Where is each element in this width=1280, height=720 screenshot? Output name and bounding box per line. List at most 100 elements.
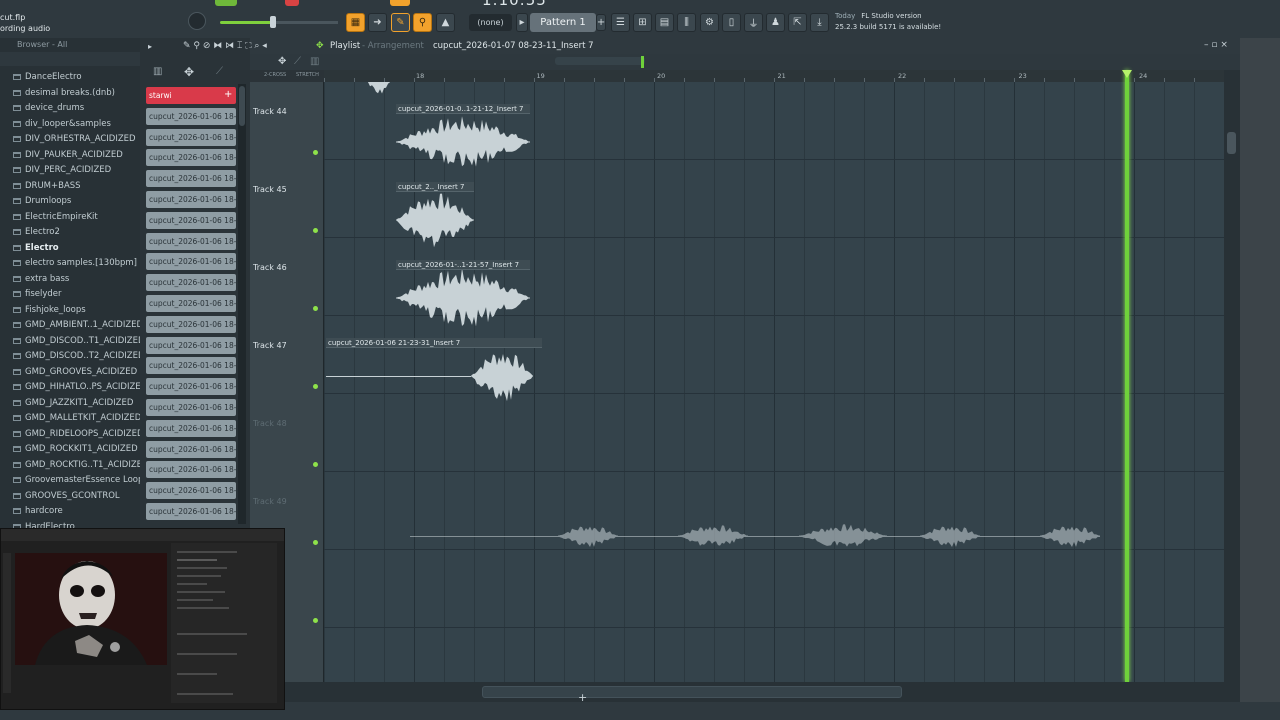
channel-button[interactable]: cupcut_2026-01-06 18-4..	[146, 336, 236, 354]
metronome-icon[interactable]: ▲	[436, 13, 455, 32]
browser-item[interactable]: GROOVES_GCONTROL	[0, 489, 140, 505]
view-icon[interactable]: ▥	[310, 56, 319, 67]
plug-icon[interactable]: ⏚	[744, 13, 763, 32]
channel-button[interactable]: cupcut_2026-01-06 18-4..	[146, 461, 236, 479]
channel-button[interactable]: cupcut_2026-01-06 18-3..	[146, 128, 236, 146]
track-header[interactable]: Track 48	[250, 394, 324, 472]
browser-toolbar[interactable]	[0, 52, 140, 66]
person-icon[interactable]: ♟	[766, 13, 785, 32]
browser-item[interactable]: DIV_PERC_ACIDIZED	[0, 163, 140, 179]
overview-scroll[interactable]	[555, 57, 645, 65]
channel-button[interactable]: cupcut_2026-01-06 18-3..	[146, 170, 236, 188]
channel-add-icon[interactable]: +	[224, 89, 232, 100]
track-mute-led-icon[interactable]	[313, 462, 318, 467]
cross-label[interactable]: 2-CROSS	[264, 72, 286, 78]
brush-icon[interactable]: ⟋	[216, 66, 223, 77]
track-mute-led-icon[interactable]	[313, 150, 318, 155]
arrow-icon[interactable]: ➜	[368, 13, 387, 32]
track-header[interactable]: Track 44	[250, 82, 324, 160]
clip-title[interactable]: cupcut_2026-01-..1-21-57_Insert 7	[396, 260, 530, 270]
slider-thumb[interactable]	[270, 16, 276, 28]
link-icon[interactable]: ⚲	[413, 13, 432, 32]
browser-item[interactable]: GMD_GROOVES_ACIDIZED	[0, 365, 140, 381]
channel-button[interactable]: cupcut_2026-01-06 18-3..	[146, 107, 236, 125]
browser-item[interactable]: GMD_RIDELOOPS_ACIDIZED	[0, 427, 140, 443]
browser-item[interactable]: Drumloops	[0, 194, 140, 210]
share-icon[interactable]: ⇱	[788, 13, 807, 32]
song-mode-button[interactable]: ▦	[346, 13, 365, 32]
channel-button-selected[interactable]: starwi	[146, 87, 236, 104]
track-mute-led-icon[interactable]	[313, 306, 318, 311]
browser-item[interactable]: div_looper&samples	[0, 117, 140, 133]
grid-icon[interactable]: ▥	[153, 66, 162, 77]
browser-item[interactable]: hardcore	[0, 504, 140, 520]
browser-item[interactable]: fiselyder	[0, 287, 140, 303]
audio-clip[interactable]: cupcut_2.._Insert 7	[396, 182, 474, 248]
clip-fragment[interactable]	[368, 82, 390, 104]
channel-button[interactable]: cupcut_2026-01-06 18-3..	[146, 191, 236, 208]
track-mute-led-icon[interactable]	[313, 384, 318, 389]
browser-item[interactable]: GMD_HIHATLO..PS_ACIDIZED	[0, 380, 140, 396]
browser-item[interactable]: Electro	[0, 241, 140, 257]
channel-button[interactable]: cupcut_2026-01-06 18-4..	[146, 232, 236, 250]
browser-item[interactable]: GMD_DISCOD..T1_ACIDIZED	[0, 334, 140, 350]
playhead[interactable]	[1125, 70, 1129, 682]
browser-item[interactable]: electro samples.[130bpm]	[0, 256, 140, 272]
channel-button[interactable]: cupcut_2026-01-06 18-4..	[146, 315, 236, 333]
channel-rack-icon[interactable]: ▤	[655, 13, 674, 32]
channel-button[interactable]: cupcut_2026-01-06 18-3..	[146, 149, 236, 167]
browser-item[interactable]: device_drums	[0, 101, 140, 117]
channel-button[interactable]: cupcut_2026-01-06 18-4..	[146, 399, 236, 416]
channel-button[interactable]: cupcut_2026-01-06 18-4..	[146, 357, 236, 375]
pen-icon[interactable]: ✎	[391, 13, 410, 32]
record-stub-icon[interactable]	[285, 0, 299, 6]
browser-item[interactable]: Fishjoke_loops	[0, 303, 140, 319]
channel-button[interactable]: cupcut_2026-01-06 18-5..	[146, 503, 236, 520]
master-volume-knob-icon[interactable]	[188, 12, 206, 30]
browser-item[interactable]: DIV_PAUKER_ACIDIZED	[0, 148, 140, 164]
channel-button[interactable]: cupcut_2026-01-06 18-4..	[146, 253, 236, 271]
pattern-select[interactable]: Pattern 1	[530, 13, 596, 32]
browser-item[interactable]: GMD_AMBIENT..1_ACIDIZED	[0, 318, 140, 334]
channel-scrollbar[interactable]	[238, 84, 246, 524]
muted-clip-row[interactable]	[410, 514, 1100, 554]
browser-item[interactable]: GMD_JAZZKIT1_ACIDIZED	[0, 396, 140, 412]
track-mute-led-icon[interactable]	[313, 540, 318, 545]
draw-icon[interactable]: ⟋	[294, 56, 301, 67]
browser-item[interactable]: desimal breaks.(dnb)	[0, 86, 140, 102]
playlist-menu-arrow-icon[interactable]: ▸	[148, 42, 152, 51]
clip-title[interactable]: cupcut_2026-01-0..1-21-12_Insert 7	[396, 104, 530, 114]
window-controls[interactable]: – ▫ ×	[1204, 40, 1228, 50]
browser-item[interactable]: GMD_ROCKTIG..T1_ACIDIZED	[0, 458, 140, 474]
playlist-vertical-scrollbar[interactable]	[1224, 70, 1240, 682]
browser-item[interactable]: GMD_MALLETKIT_ACIDIZED	[0, 411, 140, 427]
clip-title[interactable]: cupcut_2.._Insert 7	[396, 182, 474, 192]
browser-item[interactable]: extra bass	[0, 272, 140, 288]
arrangement-label[interactable]: - Arrangement	[362, 41, 424, 51]
plugin-icon[interactable]: ⚙	[700, 13, 719, 32]
news-panel[interactable]: Today FL Studio version 25.2.3 build 5171…	[831, 11, 942, 35]
browser-item[interactable]: GroovemasterEssence Loops	[0, 473, 140, 489]
track-mute-led-icon[interactable]	[313, 618, 318, 623]
playlist-tools[interactable]: ✎ ⚲ ⊘ ⧓ ⧒ ⌶ ⛶ ⌕ ◂	[183, 41, 267, 51]
track-header[interactable]: Track 46	[250, 238, 324, 316]
none-select[interactable]: (none)	[469, 14, 512, 31]
playlist-icon[interactable]: ☰	[611, 13, 630, 32]
piano-roll-icon[interactable]: ⊞	[633, 13, 652, 32]
top-orange-stub[interactable]	[390, 0, 410, 6]
audio-clip[interactable]: cupcut_2026-01-06 21-23-31_Insert 7	[326, 338, 542, 404]
file-icon[interactable]: ▯	[722, 13, 741, 32]
download-icon[interactable]: ⤓	[810, 13, 829, 32]
channel-button[interactable]: cupcut_2026-01-06 18-4..	[146, 440, 236, 458]
playlist-play-icon[interactable]: ✥	[316, 41, 324, 51]
move-icon[interactable]: ✥	[184, 65, 194, 79]
audio-clip[interactable]: cupcut_2026-01-0..1-21-12_Insert 7	[396, 104, 530, 170]
pattern-add-icon[interactable]: +	[596, 14, 606, 31]
track-header[interactable]: Track 47	[250, 316, 324, 394]
browser-item[interactable]: DIV_ORHESTRA_ACIDIZED	[0, 132, 140, 148]
channel-button[interactable]: cupcut_2026-01-06 18-4..	[146, 295, 236, 312]
browser-item[interactable]: DanceElectro	[0, 70, 140, 86]
channel-button[interactable]: cupcut_2026-01-06 18-4..	[146, 378, 236, 396]
clip-title[interactable]: cupcut_2026-01-06 21-23-31_Insert 7	[326, 338, 542, 348]
browser-item[interactable]: ElectricEmpireKit	[0, 210, 140, 226]
